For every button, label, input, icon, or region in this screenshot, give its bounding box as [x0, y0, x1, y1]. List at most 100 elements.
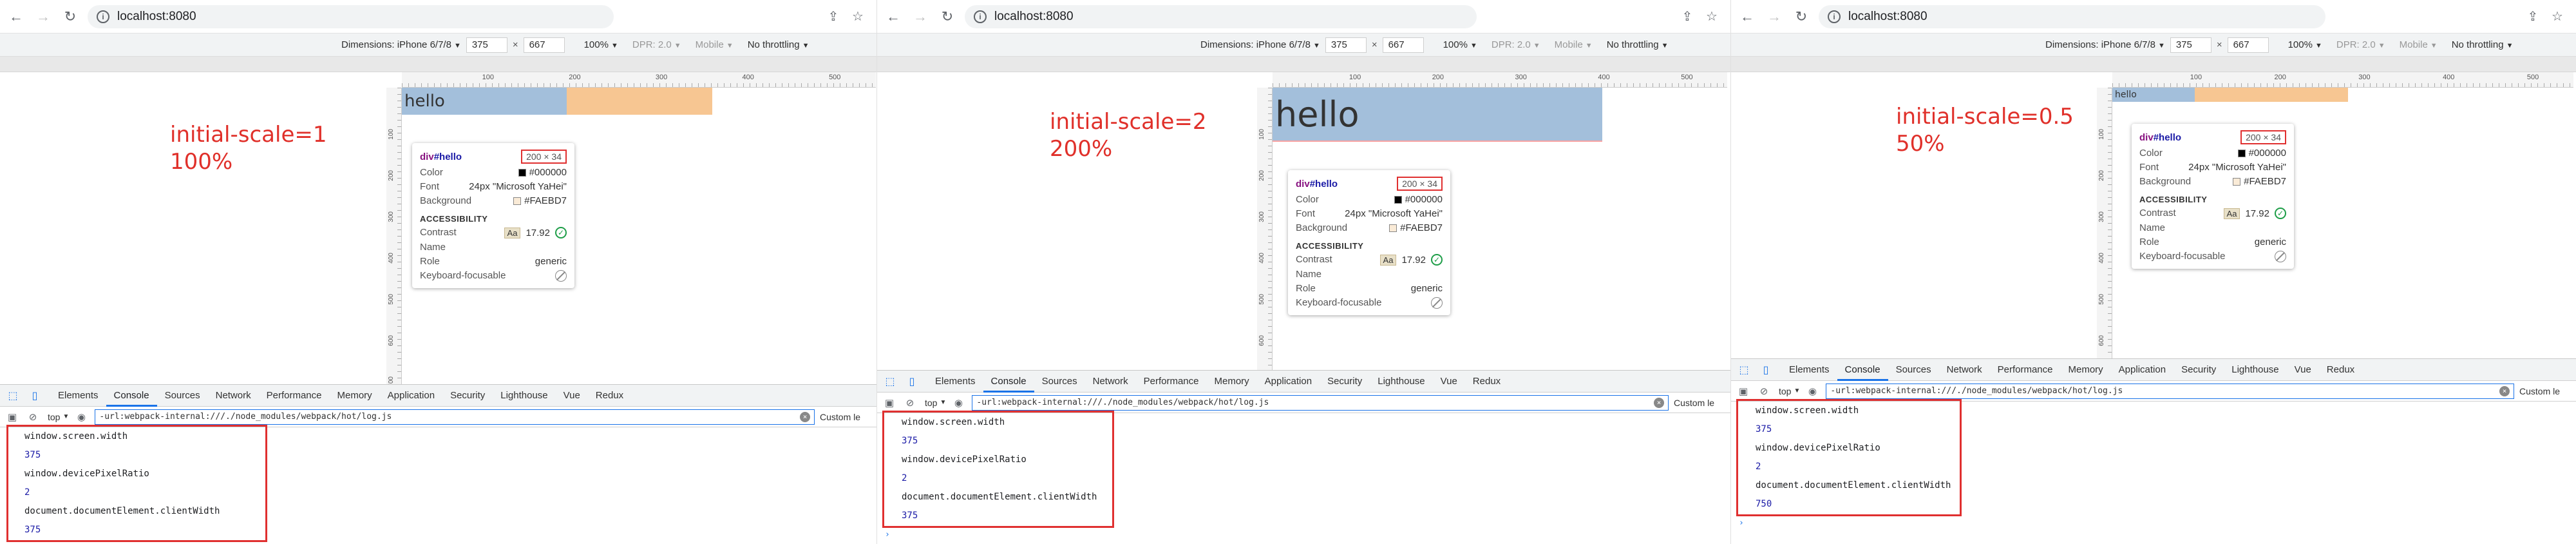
tab-security[interactable]: Security: [1320, 371, 1370, 393]
mobile-select[interactable]: Mobile ▼: [696, 39, 734, 50]
device-toggle-icon[interactable]: ▯: [26, 387, 44, 405]
back-icon[interactable]: ←: [882, 6, 904, 28]
tab-application[interactable]: Application: [1257, 371, 1320, 393]
forward-icon[interactable]: →: [909, 6, 931, 28]
tab-console[interactable]: Console: [983, 371, 1034, 393]
forward-icon[interactable]: →: [32, 6, 54, 28]
clear-console-icon[interactable]: ⊘: [902, 394, 918, 411]
zoom-select[interactable]: 100% ▼: [1443, 39, 1477, 50]
back-icon[interactable]: ←: [1736, 6, 1758, 28]
tab-elements[interactable]: Elements: [927, 371, 983, 393]
site-info-icon[interactable]: i: [974, 10, 987, 23]
eye-icon[interactable]: ◉: [1804, 383, 1821, 400]
share-icon[interactable]: ⇪: [824, 7, 843, 26]
tab-redux[interactable]: Redux: [2319, 359, 2362, 381]
tab-lighthouse[interactable]: Lighthouse: [493, 385, 555, 407]
log-levels-select[interactable]: Custom le: [2519, 386, 2573, 396]
inspect-element-icon[interactable]: ⬚: [1735, 361, 1753, 379]
zoom-select[interactable]: 100% ▼: [2288, 39, 2322, 50]
tab-performance[interactable]: Performance: [1136, 371, 1207, 393]
tab-network[interactable]: Network: [1085, 371, 1136, 393]
address-bar[interactable]: i localhost:8080: [965, 5, 1477, 28]
height-input[interactable]: 667: [523, 37, 565, 53]
tab-elements[interactable]: Elements: [50, 385, 106, 407]
share-icon[interactable]: ⇪: [2523, 7, 2543, 26]
clear-filter-icon[interactable]: ×: [800, 411, 810, 422]
star-icon[interactable]: ☆: [1702, 7, 1721, 26]
mobile-select[interactable]: Mobile ▼: [2400, 39, 2438, 50]
tab-lighthouse[interactable]: Lighthouse: [1370, 371, 1432, 393]
tab-memory[interactable]: Memory: [330, 385, 380, 407]
inspect-element-icon[interactable]: ⬚: [4, 387, 22, 405]
star-icon[interactable]: ☆: [2548, 7, 2567, 26]
tab-network[interactable]: Network: [1939, 359, 1990, 381]
tab-performance[interactable]: Performance: [259, 385, 330, 407]
tab-memory[interactable]: Memory: [2061, 359, 2111, 381]
dpr-select[interactable]: DPR: 2.0 ▼: [1492, 39, 1540, 50]
tab-sources[interactable]: Sources: [157, 385, 208, 407]
mobile-select[interactable]: Mobile ▼: [1555, 39, 1593, 50]
sidebar-toggle-icon[interactable]: ▣: [881, 394, 898, 411]
console-filter-input[interactable]: -url:webpack-internal:///./node_modules/…: [95, 409, 815, 425]
dpr-select[interactable]: DPR: 2.0 ▼: [632, 39, 681, 50]
eye-icon[interactable]: ◉: [950, 394, 967, 411]
tab-sources[interactable]: Sources: [1034, 371, 1085, 393]
device-toggle-icon[interactable]: ▯: [1757, 361, 1775, 379]
tab-sources[interactable]: Sources: [1888, 359, 1939, 381]
tab-vue[interactable]: Vue: [1433, 371, 1465, 393]
clear-console-icon[interactable]: ⊘: [1756, 383, 1772, 400]
log-levels-select[interactable]: Custom le: [1674, 398, 1728, 408]
device-dimensions-select[interactable]: Dimensions: iPhone 6/7/8 ▼: [341, 39, 461, 50]
tab-memory[interactable]: Memory: [1207, 371, 1257, 393]
address-bar[interactable]: i localhost:8080: [88, 5, 614, 28]
tab-performance[interactable]: Performance: [1990, 359, 2061, 381]
console-filter-input[interactable]: -url:webpack-internal:///./node_modules/…: [972, 394, 1669, 411]
device-toggle-icon[interactable]: ▯: [903, 373, 921, 391]
site-info-icon[interactable]: i: [1828, 10, 1841, 23]
tab-security[interactable]: Security: [2174, 359, 2224, 381]
tab-vue[interactable]: Vue: [2287, 359, 2319, 381]
context-select[interactable]: top ▼: [1779, 386, 1800, 396]
clear-filter-icon[interactable]: ×: [2499, 385, 2510, 396]
context-select[interactable]: top ▼: [925, 398, 946, 408]
log-levels-select[interactable]: Custom le: [820, 412, 874, 422]
height-input[interactable]: 667: [1382, 37, 1424, 53]
tab-security[interactable]: Security: [442, 385, 493, 407]
tab-elements[interactable]: Elements: [1781, 359, 1837, 381]
eye-icon[interactable]: ◉: [73, 409, 90, 425]
zoom-select[interactable]: 100% ▼: [584, 39, 618, 50]
hello-element[interactable]: hello: [1273, 88, 1602, 142]
throttling-select[interactable]: No throttling ▼: [2452, 39, 2514, 50]
width-input[interactable]: 375: [466, 37, 507, 53]
console-prompt[interactable]: ›: [877, 525, 1730, 544]
device-dimensions-select[interactable]: Dimensions: iPhone 6/7/8 ▼: [2045, 39, 2165, 50]
clear-console-icon[interactable]: ⊘: [24, 409, 41, 425]
throttling-select[interactable]: No throttling ▼: [1607, 39, 1669, 50]
site-info-icon[interactable]: i: [97, 10, 109, 23]
share-icon[interactable]: ⇪: [1678, 7, 1697, 26]
hello-element[interactable]: hello: [402, 88, 567, 115]
tab-vue[interactable]: Vue: [556, 385, 588, 407]
clear-filter-icon[interactable]: ×: [1654, 397, 1664, 408]
back-icon[interactable]: ←: [5, 6, 27, 28]
inspect-element-icon[interactable]: ⬚: [881, 373, 899, 391]
address-bar[interactable]: i localhost:8080: [1819, 5, 2326, 28]
hello-element[interactable]: hello: [2112, 88, 2195, 102]
tab-redux[interactable]: Redux: [1465, 371, 1508, 393]
context-select[interactable]: top ▼: [48, 412, 69, 422]
sidebar-toggle-icon[interactable]: ▣: [1735, 383, 1752, 400]
tab-console[interactable]: Console: [106, 385, 157, 407]
console-prompt[interactable]: ›: [1731, 514, 2576, 532]
device-dimensions-select[interactable]: Dimensions: iPhone 6/7/8 ▼: [1200, 39, 1320, 50]
tab-network[interactable]: Network: [208, 385, 259, 407]
reload-icon[interactable]: ↻: [1790, 6, 1812, 28]
dpr-select[interactable]: DPR: 2.0 ▼: [2336, 39, 2385, 50]
reload-icon[interactable]: ↻: [936, 6, 958, 28]
tab-lighthouse[interactable]: Lighthouse: [2224, 359, 2286, 381]
sidebar-toggle-icon[interactable]: ▣: [4, 409, 21, 425]
reload-icon[interactable]: ↻: [59, 6, 81, 28]
forward-icon[interactable]: →: [1763, 6, 1785, 28]
height-input[interactable]: 667: [2227, 37, 2269, 53]
throttling-select[interactable]: No throttling ▼: [748, 39, 810, 50]
tab-console[interactable]: Console: [1837, 359, 1888, 381]
